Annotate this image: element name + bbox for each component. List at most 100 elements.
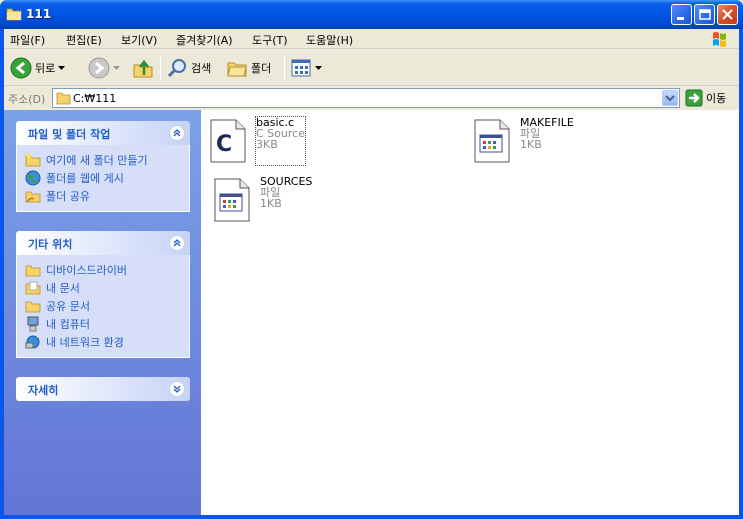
chevron-down-icon [58,65,66,70]
menu-file[interactable]: 파일(F) [10,32,45,48]
folder-icon [6,8,22,21]
menu-help[interactable]: 도움말(H) [306,32,353,48]
search-button[interactable]: 검색 [166,56,211,80]
task-share-folder[interactable]: 폴더 공유 [25,187,189,205]
forward-button[interactable] [88,56,120,80]
task-label: 내 네트워크 환경 [46,336,124,349]
file-text: SOURCES 파일 1KB [260,176,312,224]
search-label: 검색 [191,62,212,75]
generic-file-icon [214,178,250,222]
task-label: 여기에 새 폴더 만들기 [46,154,148,167]
group-body: 여기에 새 폴더 만들기 폴더를 웹에 게시 폴더 공유 [16,145,190,212]
task-label: 내 컴퓨터 [46,318,90,331]
collapse-button[interactable] [169,125,185,141]
forward-arrow-icon [88,57,110,79]
up-folder-icon [133,59,153,78]
chevron-down-icon [665,95,675,102]
menu-view[interactable]: 보기(V) [121,32,157,48]
task-pane: 파일 및 폴더 작업 여기에 새 폴더 만들기 폴더를 웹에 게시 폴더 공유 … [4,110,201,515]
menu-tools[interactable]: 도구(T) [252,32,288,48]
chevron-up-double-icon [173,129,181,137]
place-shared-documents[interactable]: 공유 문서 [25,297,189,315]
maximize-icon [699,9,711,20]
collapse-button[interactable] [169,235,185,251]
c-source-file-icon: C [210,119,246,163]
file-item[interactable]: SOURCES 파일 1KB [212,176,312,224]
chevron-down-icon [315,65,322,70]
address-dropdown-button[interactable] [662,90,678,106]
toolbar-separator [160,56,161,80]
window-client: 파일(F) 편집(E) 보기(V) 즐겨찾기(A) 도구(T) 도움말(H) 뒤… [4,29,739,515]
folders-icon [227,62,247,77]
file-text: MAKEFILE 파일 1KB [520,117,574,165]
network-icon [25,335,40,349]
close-icon [722,9,733,20]
group-header[interactable]: 기타 위치 [16,231,190,255]
expand-button[interactable] [169,381,185,397]
task-label: 폴더를 웹에 게시 [46,172,124,185]
task-label: 폴더 공유 [46,190,90,203]
folder-icon [25,301,41,313]
details-group: 자세히 [16,377,190,401]
file-item[interactable]: C basic.c C Source 3KB [208,116,306,166]
close-button[interactable] [717,4,738,25]
folders-button[interactable]: 폴더 [226,56,271,80]
views-icon [291,59,311,77]
window-bottom-border [0,515,743,519]
menu-edit[interactable]: 편집(E) [66,32,102,48]
new-folder-icon [25,153,41,167]
file-size: 1KB [260,197,282,210]
computer-icon [27,316,39,332]
place-my-network[interactable]: 내 네트워크 환경 [25,333,189,351]
toolbar-separator [284,56,285,80]
svg-text:C: C [216,132,232,157]
back-button[interactable]: 뒤로 [10,56,66,80]
go-label: 이동 [706,92,727,105]
file-item[interactable]: MAKEFILE 파일 1KB [472,117,574,165]
go-button[interactable]: 이동 [685,89,726,107]
main-content: 파일 및 폴더 작업 여기에 새 폴더 만들기 폴더를 웹에 게시 폴더 공유 … [4,110,739,515]
chevron-down-icon [113,65,120,70]
globe-icon [25,170,41,186]
place-device-driver[interactable]: 디바이스드라이버 [25,261,189,279]
address-bar: 주소(D) C:₩111 이동 [4,87,739,109]
back-label: 뒤로 [35,62,56,75]
place-my-documents[interactable]: 내 문서 [25,279,189,297]
file-size: 1KB [520,138,542,151]
minimize-icon [677,17,684,20]
task-label: 공유 문서 [46,300,90,313]
chevron-down-double-icon [173,385,181,393]
group-header[interactable]: 파일 및 폴더 작업 [16,121,190,145]
task-label: 내 문서 [46,282,80,295]
views-button[interactable] [290,56,322,80]
folder-icon [25,265,41,277]
group-header[interactable]: 자세히 [16,377,190,401]
menu-favorites[interactable]: 즐겨찾기(A) [176,32,233,48]
task-label: 디바이스드라이버 [46,264,127,277]
address-input[interactable]: C:₩111 [52,88,680,108]
address-path: C:₩111 [73,92,117,105]
group-title: 파일 및 폴더 작업 [28,128,111,141]
back-arrow-icon [10,57,32,79]
minimize-button[interactable] [671,4,692,25]
group-title: 자세히 [28,384,59,397]
up-folder-button[interactable] [132,56,154,80]
my-documents-icon [25,281,41,295]
file-text: basic.c C Source 3KB [255,116,306,166]
task-new-folder[interactable]: 여기에 새 폴더 만들기 [25,151,189,169]
explorer-window: 111 파일(F) 편집(E) 보기(V) 즐겨찾기(A) 도구(T) 도움말(… [0,0,743,519]
shared-folder-icon [25,191,41,203]
search-icon [167,59,186,78]
generic-file-icon [474,119,510,163]
menu-bar: 파일(F) 편집(E) 보기(V) 즐겨찾기(A) 도구(T) 도움말(H) [4,29,739,49]
window-title: 111 [26,7,52,21]
maximize-button[interactable] [694,4,715,25]
task-publish-web[interactable]: 폴더를 웹에 게시 [25,169,189,187]
chevron-up-double-icon [173,239,181,247]
group-body: 디바이스드라이버 내 문서 공유 문서 내 컴퓨터 내 네트워크 환경 [16,255,190,358]
place-my-computer[interactable]: 내 컴퓨터 [25,315,189,333]
file-list[interactable]: C basic.c C Source 3KB MAKEFILE 파일 1KB S… [201,110,739,515]
standard-toolbar: 뒤로 검색 폴더 [4,50,739,86]
file-folder-tasks-group: 파일 및 폴더 작업 여기에 새 폴더 만들기 폴더를 웹에 게시 폴더 공유 [16,121,190,212]
title-bar[interactable]: 111 [0,0,743,29]
